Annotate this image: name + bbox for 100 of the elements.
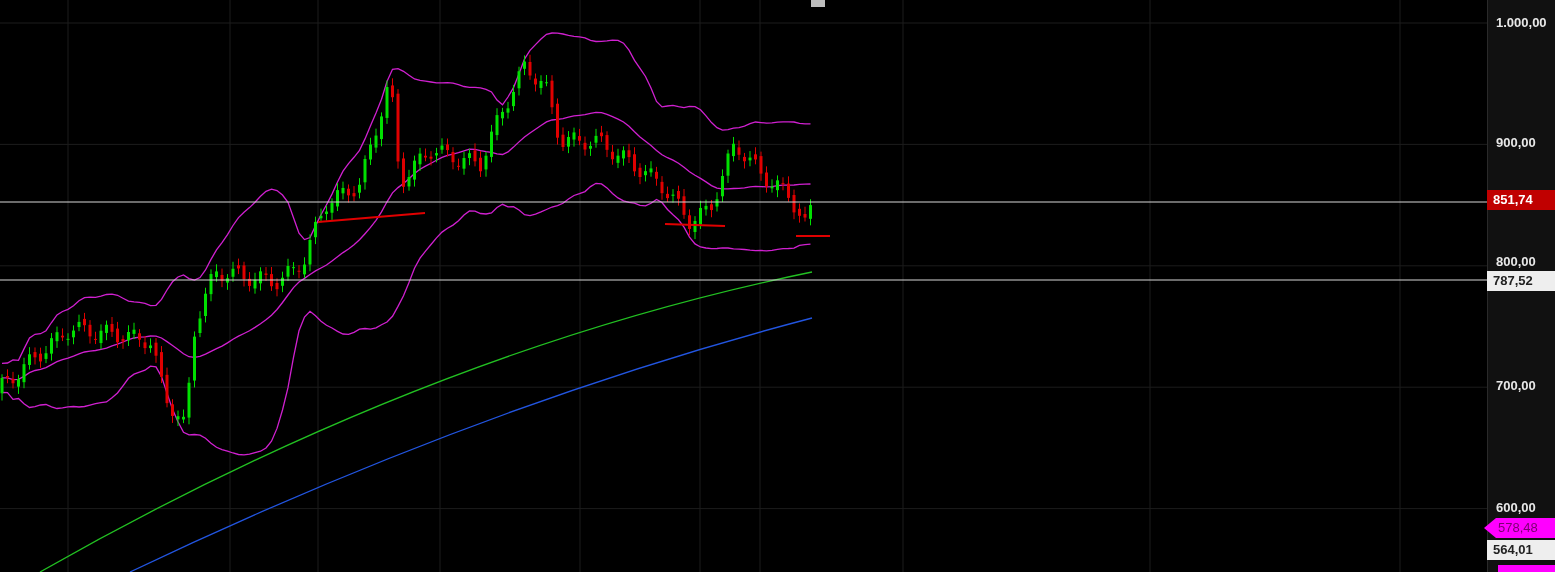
- candlestick: [754, 146, 757, 165]
- candlestick: [567, 130, 570, 154]
- candlestick: [776, 174, 779, 198]
- candlestick: [33, 346, 37, 365]
- candlestick: [528, 54, 532, 81]
- candlestick: [138, 328, 141, 348]
- candlestick: [275, 277, 279, 297]
- candlestick: [182, 409, 185, 424]
- candlestick: [336, 182, 339, 212]
- candlestick: [677, 185, 680, 207]
- support-line: [664, 223, 726, 227]
- candlestick: [748, 150, 752, 167]
- candlestick: [715, 191, 719, 212]
- candlestick: [204, 287, 207, 323]
- candlestick: [572, 127, 576, 148]
- candlestick: [446, 138, 449, 158]
- candlestick: [0, 373, 4, 402]
- candlestick: [649, 160, 653, 178]
- candlestick: [6, 368, 9, 384]
- candlestick: [39, 347, 42, 369]
- candlestick: [281, 271, 284, 293]
- candlestick: [578, 128, 581, 146]
- candlestick: [484, 151, 488, 178]
- candlestick: [710, 199, 713, 218]
- price-tag: 787,52: [1487, 271, 1555, 291]
- candlestick: [369, 137, 372, 166]
- candlestick: [209, 268, 213, 302]
- candlestick: [374, 128, 378, 154]
- candlestick: [61, 327, 64, 342]
- candlestick: [743, 152, 746, 169]
- candlestick: [671, 188, 675, 204]
- candlestick: [248, 271, 251, 292]
- candlestick: [50, 332, 53, 362]
- candlestick: [457, 158, 460, 171]
- candlestick: [44, 345, 48, 364]
- candlestick: [11, 371, 15, 389]
- candlestick: [319, 208, 323, 223]
- candlestick: [127, 324, 130, 347]
- candlestick: [176, 410, 180, 427]
- candlestick: [644, 164, 647, 182]
- candlestick: [198, 310, 202, 338]
- candlestick: [66, 332, 70, 347]
- candlestick: [270, 266, 273, 292]
- candlestick: [781, 176, 785, 191]
- candlestick: [523, 54, 526, 76]
- candlestick: [770, 178, 774, 194]
- indicator-bar: [1498, 565, 1555, 572]
- support-line: [795, 235, 831, 237]
- candlestick: [693, 215, 697, 240]
- candlestick: [193, 330, 196, 388]
- candlestick: [347, 183, 350, 204]
- candlestick: [22, 357, 26, 389]
- candlestick: [220, 268, 224, 288]
- candlestick: [160, 345, 163, 384]
- candlestick: [556, 97, 559, 146]
- candlestick: [55, 326, 59, 349]
- candlestick: [94, 331, 97, 345]
- candlestick: [391, 77, 394, 103]
- candlestick: [737, 140, 741, 161]
- candlestick: [440, 137, 444, 155]
- candlestick: [616, 148, 620, 169]
- candlestick: [534, 73, 537, 92]
- axis-label: 900,00: [1496, 135, 1536, 151]
- candlestick: [539, 74, 543, 96]
- candlestick: [99, 323, 103, 350]
- candlestick: [688, 208, 691, 236]
- candlestick: [517, 66, 521, 96]
- candlestick: [149, 337, 152, 354]
- candlestick: [308, 233, 312, 272]
- candlestick: [600, 125, 603, 143]
- candlestick: [330, 197, 334, 221]
- candlestick: [704, 199, 708, 217]
- candlestick: [341, 181, 345, 200]
- candlestick: [451, 146, 455, 170]
- candlestick: [83, 312, 86, 333]
- axis-label: 600,00: [1496, 500, 1536, 516]
- candlestick: [462, 151, 466, 176]
- candlestick: [633, 146, 636, 177]
- candlestick: [105, 320, 108, 341]
- candlestick: [792, 189, 796, 220]
- candlestick: [264, 266, 268, 282]
- candlestick: [611, 144, 614, 166]
- candlestick: [121, 334, 125, 350]
- candlestick: [215, 263, 218, 283]
- candlestick: [589, 141, 592, 157]
- candlestick: [594, 128, 598, 149]
- candlestick: [363, 154, 367, 191]
- candlestick: [501, 107, 504, 127]
- candlestick: [418, 147, 422, 172]
- candlestick: [88, 319, 92, 344]
- candlestick: [110, 316, 114, 338]
- candlestick: [583, 136, 587, 157]
- candlestick: [490, 124, 493, 163]
- candlestick: [506, 101, 510, 120]
- candlestick: [72, 324, 75, 345]
- candlestick: [132, 322, 136, 340]
- candlestick: [809, 198, 812, 226]
- candlestick: [413, 155, 416, 188]
- candlestick: [622, 145, 625, 167]
- candlestick: [253, 272, 257, 295]
